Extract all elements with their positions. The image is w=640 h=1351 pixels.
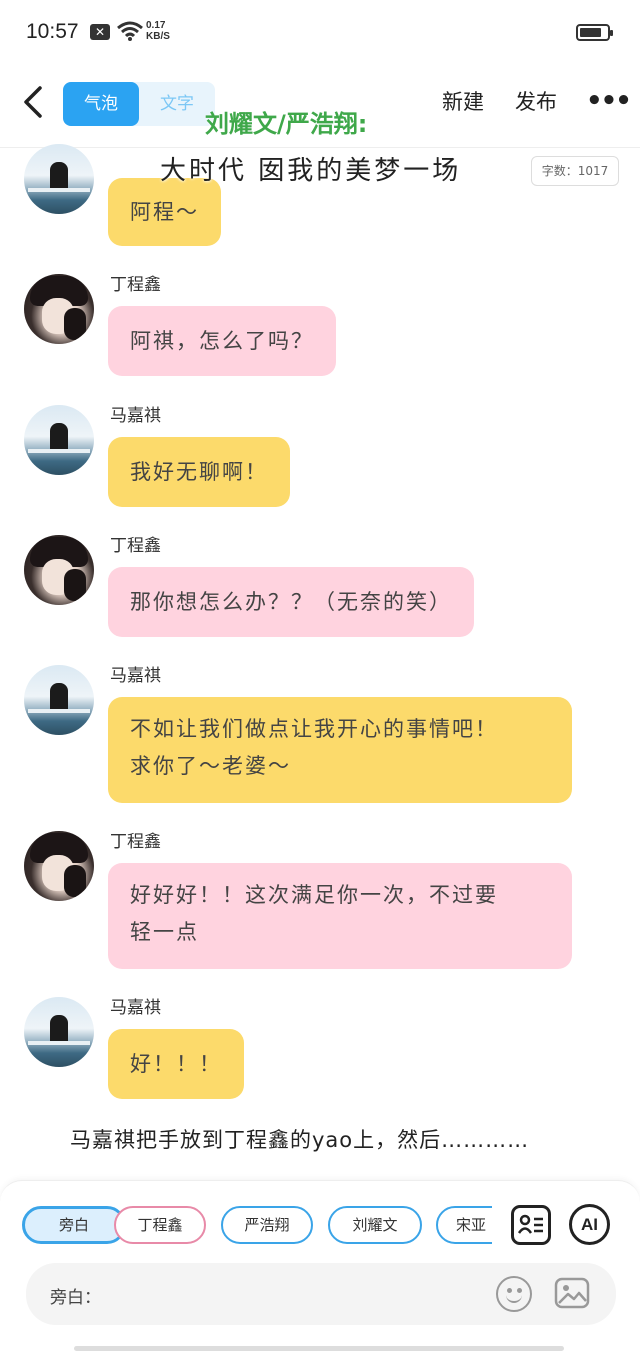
contact-card-icon[interactable] bbox=[511, 1205, 551, 1245]
chip-liu[interactable]: 刘耀文 bbox=[328, 1206, 422, 1244]
speaker-name: 马嘉祺 bbox=[110, 998, 161, 1018]
story-title-names: 刘耀文/严浩翔: bbox=[205, 110, 368, 138]
chat-bubble[interactable]: 好好好！！这次满足你一次，不过要 轻一点 bbox=[108, 863, 572, 969]
wifi-icon bbox=[117, 21, 143, 41]
avatar[interactable] bbox=[24, 144, 94, 214]
avatar[interactable] bbox=[24, 274, 94, 344]
publish-button[interactable]: 发布 bbox=[515, 86, 557, 116]
speaker-name: 丁程鑫 bbox=[110, 275, 161, 295]
chip-narrator[interactable]: 旁白 bbox=[22, 1206, 126, 1244]
speaker-name: 马嘉祺 bbox=[110, 666, 161, 686]
avatar[interactable] bbox=[24, 831, 94, 901]
tab-text[interactable]: 文字 bbox=[139, 82, 215, 126]
home-indicator bbox=[74, 1346, 564, 1351]
word-count-badge: 字数：1017 bbox=[531, 156, 619, 186]
mode-switch: 气泡 文字 bbox=[63, 82, 215, 126]
avatar[interactable] bbox=[24, 405, 94, 475]
clock: 10:57 bbox=[26, 20, 79, 43]
input-panel: 旁白 丁程鑫 严浩翔 刘耀文 宋亚 AI 旁白： bbox=[0, 1180, 640, 1351]
chat-bubble[interactable]: 那你想怎么办？？（无奈的笑） bbox=[108, 567, 474, 637]
narration-text[interactable]: 马嘉祺把手放到丁程鑫的yao上，然后………… bbox=[70, 1124, 529, 1154]
input-role-label: 旁白： bbox=[50, 1288, 101, 1308]
chip-yan[interactable]: 严浩翔 bbox=[221, 1206, 313, 1244]
chat-bubble[interactable]: 我好无聊啊！ bbox=[108, 437, 290, 507]
emoji-icon[interactable] bbox=[496, 1276, 532, 1312]
image-icon[interactable] bbox=[554, 1276, 590, 1310]
chat-bubble[interactable]: 阿程～ bbox=[108, 178, 221, 246]
ai-icon[interactable]: AI bbox=[569, 1204, 610, 1245]
avatar[interactable] bbox=[24, 665, 94, 735]
input-field[interactable]: 旁白： bbox=[26, 1263, 616, 1325]
new-button[interactable]: 新建 bbox=[442, 86, 484, 116]
tab-bubble[interactable]: 气泡 bbox=[63, 82, 139, 126]
notification-icon: ✕ bbox=[90, 24, 110, 40]
back-arrow-icon[interactable] bbox=[16, 82, 52, 122]
battery-icon bbox=[576, 24, 613, 41]
chip-ding[interactable]: 丁程鑫 bbox=[114, 1206, 206, 1244]
network-speed: 0.17 KB/S bbox=[146, 20, 170, 42]
chat-bubble[interactable]: 不如让我们做点让我开心的事情吧！ 求你了～老婆～ bbox=[108, 697, 572, 803]
speaker-name: 马嘉祺 bbox=[110, 406, 161, 426]
chat-bubble[interactable]: 好！！！ bbox=[108, 1029, 244, 1099]
avatar[interactable] bbox=[24, 535, 94, 605]
chip-song[interactable]: 宋亚 bbox=[436, 1206, 492, 1244]
story-title: 大时代 囡我的美梦一场 bbox=[160, 156, 462, 186]
status-bar: 10:57 ✕ 0.17 KB/S bbox=[0, 0, 640, 64]
speaker-name: 丁程鑫 bbox=[110, 536, 161, 556]
avatar[interactable] bbox=[24, 997, 94, 1067]
role-chip-list[interactable]: 旁白 丁程鑫 严浩翔 刘耀文 宋亚 bbox=[20, 1206, 492, 1248]
speaker-name: 丁程鑫 bbox=[110, 832, 161, 852]
more-icon[interactable]: ••• bbox=[586, 86, 632, 116]
chat-bubble[interactable]: 阿祺，怎么了吗？ bbox=[108, 306, 336, 376]
